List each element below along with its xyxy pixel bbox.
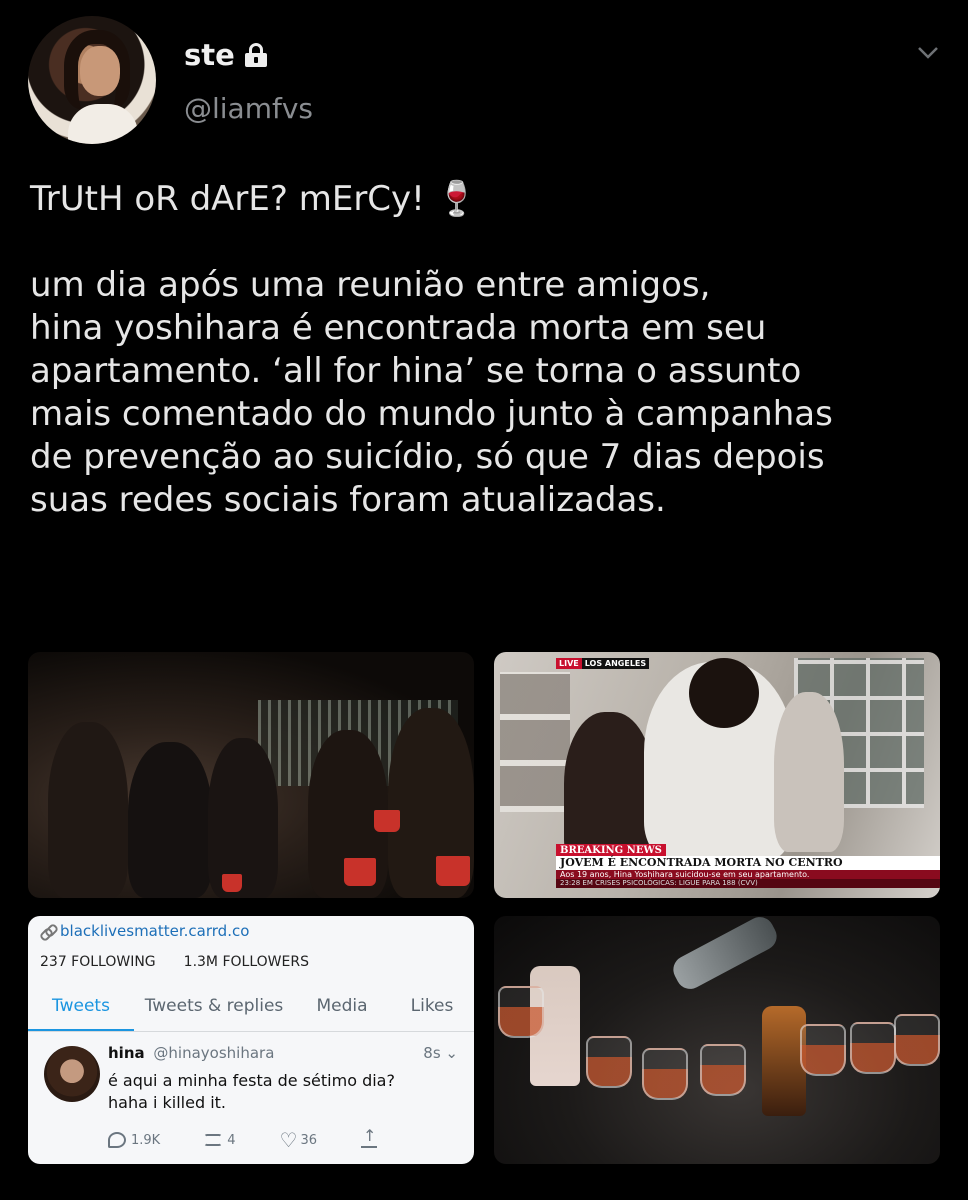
- tweet-body: é aqui a minha festa de sétimo dia? haha…: [108, 1071, 395, 1112]
- profile-screenshot[interactable]: blacklivesmatter.carrd.co 237 FOLLOWING …: [28, 916, 474, 1164]
- share-button[interactable]: [361, 1126, 378, 1148]
- followers-count[interactable]: 1.3M FOLLOWERS: [184, 954, 309, 970]
- red-cup: [374, 810, 400, 832]
- tab-media[interactable]: Media: [294, 988, 390, 1031]
- following-count[interactable]: 237 FOLLOWING: [40, 954, 156, 970]
- tweet-avatar[interactable]: [44, 1046, 100, 1102]
- news-ticker: 23:28 EM CRISES PSICOLÓGICAS: LIGUE PARA…: [556, 879, 940, 888]
- retweet-icon: [204, 1134, 223, 1146]
- profile-tabs: Tweets Tweets & replies Media Likes: [28, 988, 474, 1032]
- heart-icon: [279, 1128, 297, 1152]
- glass: [850, 1022, 896, 1074]
- reply-count: 1.9K: [131, 1132, 161, 1148]
- person: [208, 738, 278, 898]
- avatar-face: [80, 46, 120, 96]
- reply-button[interactable]: 1.9K: [108, 1132, 160, 1148]
- avatar-shirt: [68, 104, 138, 144]
- like-count: 36: [300, 1132, 318, 1148]
- person: [689, 658, 759, 728]
- glass: [586, 1036, 632, 1088]
- glass: [700, 1044, 746, 1096]
- name-row: ste: [184, 38, 267, 72]
- party-photo[interactable]: [28, 652, 474, 898]
- news-headline: JOVEM É ENCONTRADA MORTA NO CENTRO: [556, 856, 940, 870]
- person: [774, 692, 844, 852]
- glass: [894, 1014, 940, 1066]
- news-screenshot[interactable]: LIVE LOS ANGELES BREAKING NEWS JOVEM É E…: [494, 652, 940, 898]
- location-label: LOS ANGELES: [581, 658, 650, 669]
- like-button[interactable]: 36: [279, 1128, 318, 1152]
- breaking-news-banner: BREAKING NEWS JOVEM É ENCONTRADA MORTA N…: [556, 844, 940, 888]
- tab-likes[interactable]: Likes: [390, 988, 474, 1031]
- chevron-down-icon[interactable]: ⌄: [445, 1044, 458, 1062]
- shelf: [500, 672, 570, 812]
- glass: [498, 986, 544, 1038]
- profile-link[interactable]: blacklivesmatter.carrd.co: [40, 922, 249, 940]
- reply-icon: [108, 1132, 126, 1148]
- tab-tweets[interactable]: Tweets: [28, 988, 134, 1031]
- chevron-down-icon[interactable]: [916, 40, 940, 64]
- red-cup: [436, 856, 470, 886]
- tweet-author-handle[interactable]: @hinayoshihara: [153, 1044, 274, 1062]
- tweet-author-name[interactable]: hina: [108, 1044, 145, 1062]
- tab-tweets-replies[interactable]: Tweets & replies: [134, 988, 294, 1031]
- retweet-button[interactable]: 4: [204, 1133, 235, 1148]
- share-icon: [361, 1126, 378, 1148]
- live-banner: LIVE LOS ANGELES: [556, 658, 650, 669]
- tweet-text: TrUtH oR dArE? mErCy! 🍷 um dia após uma …: [30, 179, 833, 520]
- red-cup: [222, 874, 242, 892]
- live-label: LIVE: [556, 658, 582, 669]
- user-avatar[interactable]: [28, 16, 156, 144]
- tweet-time: 8s ⌄: [423, 1044, 458, 1062]
- person: [48, 722, 128, 898]
- profile-link-text[interactable]: blacklivesmatter.carrd.co: [60, 922, 249, 940]
- red-cup: [344, 858, 376, 886]
- display-name[interactable]: ste: [184, 38, 235, 72]
- news-subtitle: Aos 19 anos, Hina Yoshihara suicidou-se …: [556, 870, 940, 879]
- tweet-actions: 1.9K 4 36: [108, 1126, 438, 1152]
- user-handle[interactable]: @liamfvs: [184, 92, 313, 125]
- lock-icon: [244, 43, 267, 67]
- retweet-count: 4: [227, 1132, 236, 1148]
- glass: [642, 1048, 688, 1100]
- person: [128, 742, 212, 898]
- glass: [800, 1024, 846, 1076]
- link-icon: [40, 924, 54, 938]
- profile-stats: 237 FOLLOWING 1.3M FOLLOWERS: [40, 954, 309, 970]
- bottle: [668, 916, 782, 994]
- drinks-photo[interactable]: [494, 916, 940, 1164]
- tweet-time-text: 8s: [423, 1044, 441, 1062]
- tweet-header: hina @hinayoshihara 8s ⌄: [108, 1044, 464, 1062]
